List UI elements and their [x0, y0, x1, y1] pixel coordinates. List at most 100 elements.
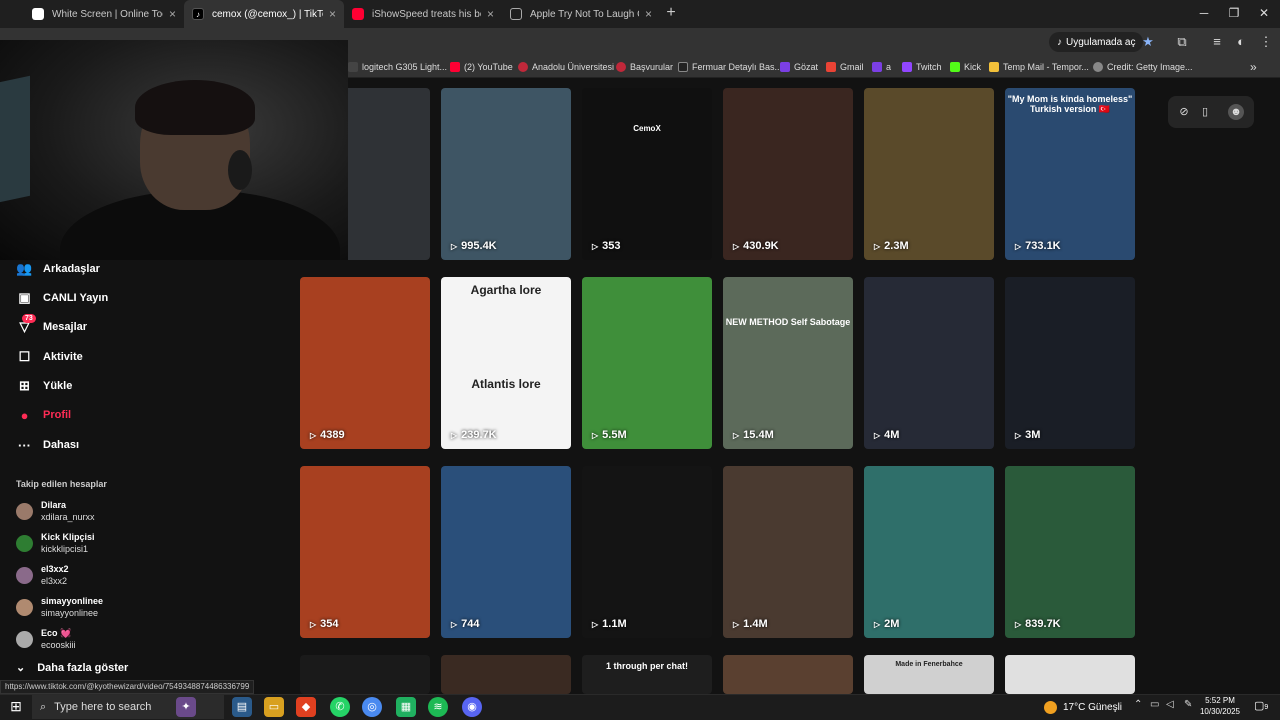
bookmark-youtube[interactable]: (2) YouTube	[450, 59, 513, 75]
video-card[interactable]: CemoX ▷ 353	[582, 88, 712, 260]
video-card[interactable]: NEW METHOD Self Sabotage ▷ 15.4M	[723, 277, 853, 449]
close-icon[interactable]: ×	[329, 7, 336, 21]
bookmark-fermuar[interactable]: Fermuar Detaylı Bas...	[678, 59, 782, 75]
media-control-icon[interactable]: ≡	[1208, 33, 1226, 51]
browser-menu-icon[interactable]: ⋮	[1257, 33, 1275, 51]
weather-widget[interactable]: 17°C Güneşli	[1044, 698, 1122, 716]
video-card[interactable]: ▷ 2.3M	[864, 88, 994, 260]
account-name: Eco 💓	[41, 628, 72, 638]
video-card[interactable]: ▷ 1.1M	[582, 466, 712, 638]
play-icon: ▷	[733, 430, 740, 440]
bookmark-gmail[interactable]: Gmail	[826, 59, 864, 75]
profile-avatar-icon[interactable]: ◐	[1232, 33, 1250, 51]
video-card[interactable]: "My Mom is kinda homeless" Turkish versi…	[1005, 88, 1135, 260]
tab-white-screen[interactable]: White Screen | Online Tool ×	[24, 0, 184, 28]
video-card[interactable]	[441, 655, 571, 694]
video-card[interactable]	[300, 655, 430, 694]
video-card[interactable]: Made in Fenerbahce	[864, 655, 994, 694]
video-card[interactable]	[723, 655, 853, 694]
following-account[interactable]: Dilara xdilara_nurxx	[16, 497, 95, 525]
close-icon[interactable]: ×	[487, 7, 494, 21]
video-card[interactable]: ▷ 430.9K	[723, 88, 853, 260]
video-card[interactable]: ▷ 354	[300, 466, 430, 638]
bookmark-star-icon[interactable]: ★	[1139, 33, 1157, 51]
nav-label: Arkadaşlar	[43, 263, 100, 275]
bookmark-kick[interactable]: Kick	[950, 59, 981, 75]
phone-icon[interactable]: ▯	[1197, 104, 1213, 120]
nav-upload[interactable]: ⊞ Yükle	[16, 375, 72, 397]
network-icon[interactable]: ▭	[1150, 699, 1159, 710]
windows-start-icon[interactable]: ⊞	[6, 698, 26, 716]
view-count: ▷ 4M	[874, 429, 899, 441]
app-icon[interactable]: ▦	[396, 697, 416, 717]
spotify-icon[interactable]: ≋	[428, 697, 448, 717]
following-account[interactable]: Eco 💓 ecooskiii	[16, 625, 76, 653]
file-explorer-icon[interactable]: ▭	[264, 697, 284, 717]
open-in-app-button[interactable]: ♪ Uygulamada aç	[1049, 32, 1144, 52]
bookmark-temp-mail[interactable]: Temp Mail - Tempor...	[989, 59, 1089, 75]
following-account[interactable]: el3xx2 el3xx2	[16, 561, 69, 589]
nav-more[interactable]: ··· Dahası	[16, 434, 79, 456]
avatar	[16, 566, 33, 584]
nav-live[interactable]: ▣ CANLI Yayın	[16, 287, 108, 309]
video-card[interactable]: ▷ 995.4K	[441, 88, 571, 260]
tab-tiktok-cemox[interactable]: ♪ cemox (@cemox_) | TikTok ×	[184, 0, 344, 28]
video-card[interactable]: Agartha lore Atlantis lore ▷ 239.7K	[441, 277, 571, 449]
show-more-button[interactable]: ⌄ Daha fazla göster	[16, 661, 128, 675]
video-card[interactable]: ▷ 1.4M	[723, 466, 853, 638]
video-card[interactable]: ▷ 3M	[1005, 277, 1135, 449]
search-highlight-icon[interactable]: ✦	[176, 697, 196, 717]
close-icon[interactable]: ×	[645, 7, 652, 21]
video-card[interactable]: ▷ 2M	[864, 466, 994, 638]
following-account[interactable]: simayyonlinee simayyonlinee	[16, 593, 103, 621]
volume-icon[interactable]: ◁	[1166, 699, 1174, 710]
tab-apple-gif[interactable]: Apple Try Not To Laugh GIF - Fi ×	[502, 0, 660, 28]
whatsapp-icon[interactable]: ✆	[330, 697, 350, 717]
bookmark-getty[interactable]: Credit: Getty Image...	[1093, 59, 1193, 75]
bookmark-anadolu[interactable]: Anadolu Üniversitesi	[518, 59, 614, 75]
task-view-icon[interactable]: ▤	[232, 697, 252, 717]
nav-friends[interactable]: 👥 Arkadaşlar	[16, 258, 100, 280]
notification-icon[interactable]: ▢9	[1254, 699, 1268, 712]
discord-icon[interactable]: ◉	[462, 697, 482, 717]
video-card[interactable]: ▷ 5.5M	[582, 277, 712, 449]
pen-icon[interactable]: ✎	[1184, 699, 1192, 710]
restore-icon[interactable]: ❐	[1224, 6, 1244, 20]
kick-icon	[950, 62, 960, 72]
video-card[interactable]: 1 through per chat!	[582, 655, 712, 694]
system-clock[interactable]: 5:52 PM 10/30/2025	[1196, 695, 1244, 717]
nav-activity[interactable]: ☐ Aktivite	[16, 346, 83, 368]
open-in-app-label: Uygulamada aç	[1066, 36, 1136, 48]
video-card[interactable]: ▷ 839.7K	[1005, 466, 1135, 638]
bookmark-a[interactable]: a	[872, 59, 891, 75]
view-count: ▷ 353	[592, 240, 621, 252]
tab-ishowspeed[interactable]: iShowSpeed treats his bodygua ×	[344, 0, 502, 28]
bookmark-basvurular[interactable]: Başvurular	[616, 59, 673, 75]
following-account[interactable]: Kick Klipçisi kickklipcisi1	[16, 529, 95, 557]
view-count-label: 2M	[884, 618, 900, 630]
chrome-icon[interactable]: ◎	[362, 697, 382, 717]
video-card[interactable]: ▷ 4M	[864, 277, 994, 449]
extensions-icon[interactable]: ⧉	[1173, 33, 1191, 51]
bookmark-gozat[interactable]: Gözat	[780, 59, 818, 75]
view-count-label: 15.4M	[743, 429, 774, 441]
bookmark-label: Temp Mail - Tempor...	[1003, 62, 1089, 72]
video-card[interactable]: ▷ 744	[441, 466, 571, 638]
video-card[interactable]	[1005, 655, 1135, 694]
coin-icon[interactable]: ⊘	[1176, 104, 1192, 120]
bookmark-twitch[interactable]: Twitch	[902, 59, 942, 75]
bookmarks-overflow-icon[interactable]: »	[1250, 59, 1257, 75]
new-tab-button[interactable]: +	[663, 4, 679, 22]
window-close-icon[interactable]: ✕	[1254, 6, 1274, 20]
bookmark-logitech[interactable]: logitech G305 Light...	[348, 59, 447, 75]
video-card[interactable]: ▷ 4389	[300, 277, 430, 449]
nav-label: Mesajlar	[43, 321, 88, 333]
nav-profile[interactable]: ● Profil	[16, 404, 72, 426]
view-count-label: 430.9K	[743, 240, 779, 252]
close-icon[interactable]: ×	[169, 7, 176, 21]
tab-title: White Screen | Online Tool	[52, 8, 163, 20]
tray-chevron-icon[interactable]: ⌃	[1134, 699, 1142, 710]
user-avatar-icon[interactable]: ☻	[1228, 104, 1244, 120]
brave-icon[interactable]: ◆	[296, 697, 316, 717]
minimize-icon[interactable]: ─	[1194, 6, 1214, 20]
